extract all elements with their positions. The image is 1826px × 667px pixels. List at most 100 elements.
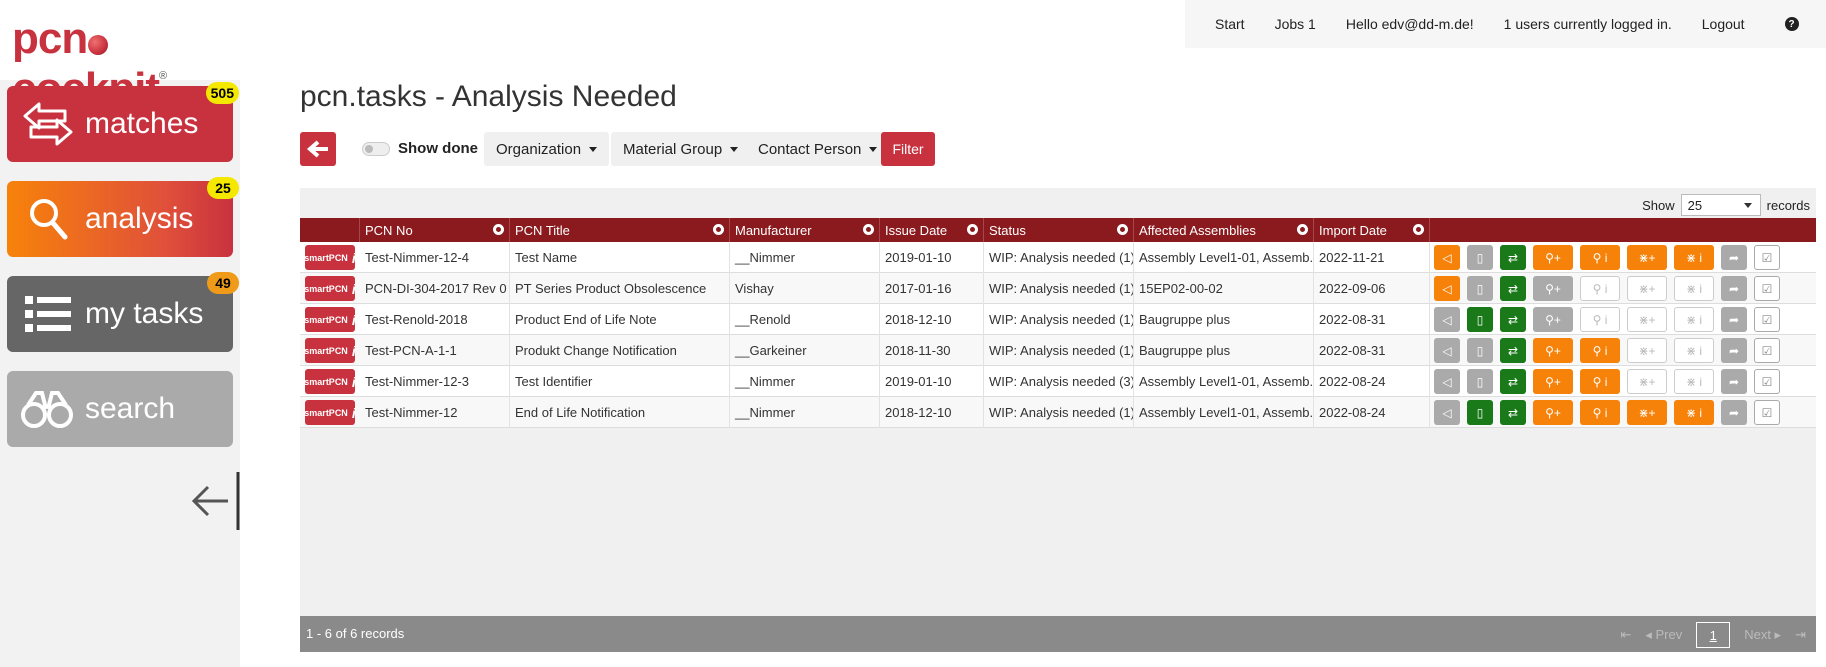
cell-pcn-no[interactable]: Test-Nimmer-12: [360, 397, 510, 428]
gear-icon[interactable]: [863, 224, 874, 235]
add-search-icon-button[interactable]: ⚲+: [1533, 245, 1573, 270]
info-network-icon-button[interactable]: ⋇ i: [1674, 369, 1714, 394]
contact-person-dropdown[interactable]: Contact Person: [746, 132, 890, 166]
attachment-icon-button[interactable]: ▯: [1467, 338, 1493, 363]
add-network-icon-button[interactable]: ⋇+: [1627, 338, 1667, 363]
share-arrow-icon-button[interactable]: ➦: [1721, 400, 1747, 425]
speaker-icon-button[interactable]: ◁: [1434, 400, 1460, 425]
swap-icon-button[interactable]: ⇄: [1500, 338, 1526, 363]
add-network-icon-button[interactable]: ⋇+: [1627, 400, 1667, 425]
column-header-status[interactable]: Status: [984, 218, 1134, 242]
speaker-icon-button[interactable]: ◁: [1434, 369, 1460, 394]
gear-icon[interactable]: [713, 224, 724, 235]
info-network-icon-button[interactable]: ⋇ i: [1674, 338, 1714, 363]
add-search-icon-button[interactable]: ⚲+: [1533, 400, 1573, 425]
attachment-icon-button[interactable]: ▯: [1467, 307, 1493, 332]
checkbox-button[interactable]: ☑: [1754, 245, 1780, 270]
speaker-icon-button[interactable]: ◁: [1434, 276, 1460, 301]
share-arrow-icon-button[interactable]: ➦: [1721, 307, 1747, 332]
swap-icon-button[interactable]: ⇄: [1500, 307, 1526, 332]
swap-icon-button[interactable]: ⇄: [1500, 400, 1526, 425]
checkbox-button[interactable]: ☑: [1754, 400, 1780, 425]
table-row[interactable]: smartPCN i Test-Nimmer-12 End of Life Not…: [300, 397, 1816, 428]
smartpcn-info-button[interactable]: smartPCN i: [304, 338, 356, 363]
attachment-icon-button[interactable]: ▯: [1467, 245, 1493, 270]
back-button[interactable]: [300, 132, 336, 166]
share-arrow-icon-button[interactable]: ➦: [1721, 245, 1747, 270]
column-header-affected-assemblies[interactable]: Affected Assemblies: [1134, 218, 1314, 242]
checkbox-button[interactable]: ☑: [1754, 276, 1780, 301]
speaker-icon-button[interactable]: ◁: [1434, 307, 1460, 332]
column-header-pcn-title[interactable]: PCN Title: [510, 218, 730, 242]
nav-my-tasks[interactable]: my tasks 49: [7, 272, 239, 352]
smartpcn-info-button[interactable]: smartPCN i: [304, 245, 356, 270]
page-size-select[interactable]: 25: [1680, 194, 1761, 216]
collapse-sidebar-icon[interactable]: [190, 470, 242, 532]
gear-icon[interactable]: [1297, 224, 1308, 235]
cell-pcn-no[interactable]: Test-Nimmer-12-4: [360, 242, 510, 273]
last-page-icon[interactable]: ⇥: [1795, 627, 1806, 643]
table-row[interactable]: smartPCN i Test-PCN-A-1-1 Produkt Change …: [300, 335, 1816, 366]
column-header-import-date[interactable]: Import Date: [1314, 218, 1430, 242]
nav-matches[interactable]: matches 505: [7, 82, 239, 162]
smartpcn-info-button[interactable]: smartPCN i: [304, 307, 356, 332]
user-greeting-link[interactable]: Hello edv@dd-m.de!: [1346, 16, 1474, 32]
help-icon[interactable]: ?: [1784, 17, 1799, 31]
add-network-icon-button[interactable]: ⋇+: [1627, 369, 1667, 394]
material-group-dropdown[interactable]: Material Group: [611, 132, 751, 166]
info-network-icon-button[interactable]: ⋇ i: [1674, 245, 1714, 270]
logo[interactable]: pcncockpit®: [0, 0, 240, 113]
info-search-icon-button[interactable]: ⚲ i: [1580, 307, 1620, 332]
column-header-issue-date[interactable]: Issue Date: [880, 218, 984, 242]
add-network-icon-button[interactable]: ⋇+: [1627, 245, 1667, 270]
checkbox-button[interactable]: ☑: [1754, 307, 1780, 332]
show-done-toggle[interactable]: [362, 142, 390, 156]
attachment-icon-button[interactable]: ▯: [1467, 276, 1493, 301]
attachment-icon-button[interactable]: ▯: [1467, 369, 1493, 394]
add-network-icon-button[interactable]: ⋇+: [1627, 276, 1667, 301]
info-search-icon-button[interactable]: ⚲ i: [1580, 276, 1620, 301]
share-arrow-icon-button[interactable]: ➦: [1721, 276, 1747, 301]
table-row[interactable]: smartPCN i Test-Nimmer-12-3 Test Identifi…: [300, 366, 1816, 397]
prev-page-button[interactable]: ◂ Prev: [1645, 627, 1682, 643]
cell-pcn-no[interactable]: Test-Nimmer-12-3: [360, 366, 510, 397]
swap-icon-button[interactable]: ⇄: [1500, 245, 1526, 270]
cell-pcn-no[interactable]: PCN-DI-304-2017 Rev 0: [360, 273, 510, 304]
info-search-icon-button[interactable]: ⚲ i: [1580, 369, 1620, 394]
add-network-icon-button[interactable]: ⋇+: [1627, 307, 1667, 332]
table-row[interactable]: smartPCN i Test-Nimmer-12-4 Test Name __N…: [300, 242, 1816, 273]
share-arrow-icon-button[interactable]: ➦: [1721, 338, 1747, 363]
info-network-icon-button[interactable]: ⋇ i: [1674, 400, 1714, 425]
checkbox-button[interactable]: ☑: [1754, 369, 1780, 394]
info-network-icon-button[interactable]: ⋇ i: [1674, 276, 1714, 301]
column-header-manufacturer[interactable]: Manufacturer: [730, 218, 880, 242]
add-search-icon-button[interactable]: ⚲+: [1533, 307, 1573, 332]
organization-dropdown[interactable]: Organization: [484, 132, 610, 166]
table-row[interactable]: smartPCN i Test-Renold-2018 Product End o…: [300, 304, 1816, 335]
gear-icon[interactable]: [493, 224, 504, 235]
smartpcn-info-button[interactable]: smartPCN i: [304, 400, 356, 425]
cell-pcn-no[interactable]: Test-PCN-A-1-1: [360, 335, 510, 366]
gear-icon[interactable]: [967, 224, 978, 235]
add-search-icon-button[interactable]: ⚲+: [1533, 369, 1573, 394]
filter-button[interactable]: Filter: [881, 132, 935, 166]
gear-icon[interactable]: [1117, 224, 1128, 235]
column-header-pcn-no[interactable]: PCN No: [360, 218, 510, 242]
smartpcn-info-button[interactable]: smartPCN i: [304, 276, 356, 301]
checkbox-button[interactable]: ☑: [1754, 338, 1780, 363]
cell-pcn-no[interactable]: Test-Renold-2018: [360, 304, 510, 335]
speaker-icon-button[interactable]: ◁: [1434, 338, 1460, 363]
smartpcn-info-button[interactable]: smartPCN i: [304, 369, 356, 394]
info-search-icon-button[interactable]: ⚲ i: [1580, 338, 1620, 363]
share-arrow-icon-button[interactable]: ➦: [1721, 369, 1747, 394]
speaker-icon-button[interactable]: ◁: [1434, 245, 1460, 270]
next-page-button[interactable]: Next ▸: [1744, 627, 1781, 643]
table-row[interactable]: smartPCN i PCN-DI-304-2017 Rev 0 PT Serie…: [300, 273, 1816, 304]
logout-link[interactable]: Logout: [1702, 16, 1745, 32]
nav-search[interactable]: search: [7, 371, 233, 447]
nav-start-link[interactable]: Start: [1215, 16, 1245, 32]
swap-icon-button[interactable]: ⇄: [1500, 369, 1526, 394]
info-network-icon-button[interactable]: ⋇ i: [1674, 307, 1714, 332]
first-page-icon[interactable]: ⇤: [1620, 627, 1631, 643]
info-search-icon-button[interactable]: ⚲ i: [1580, 245, 1620, 270]
